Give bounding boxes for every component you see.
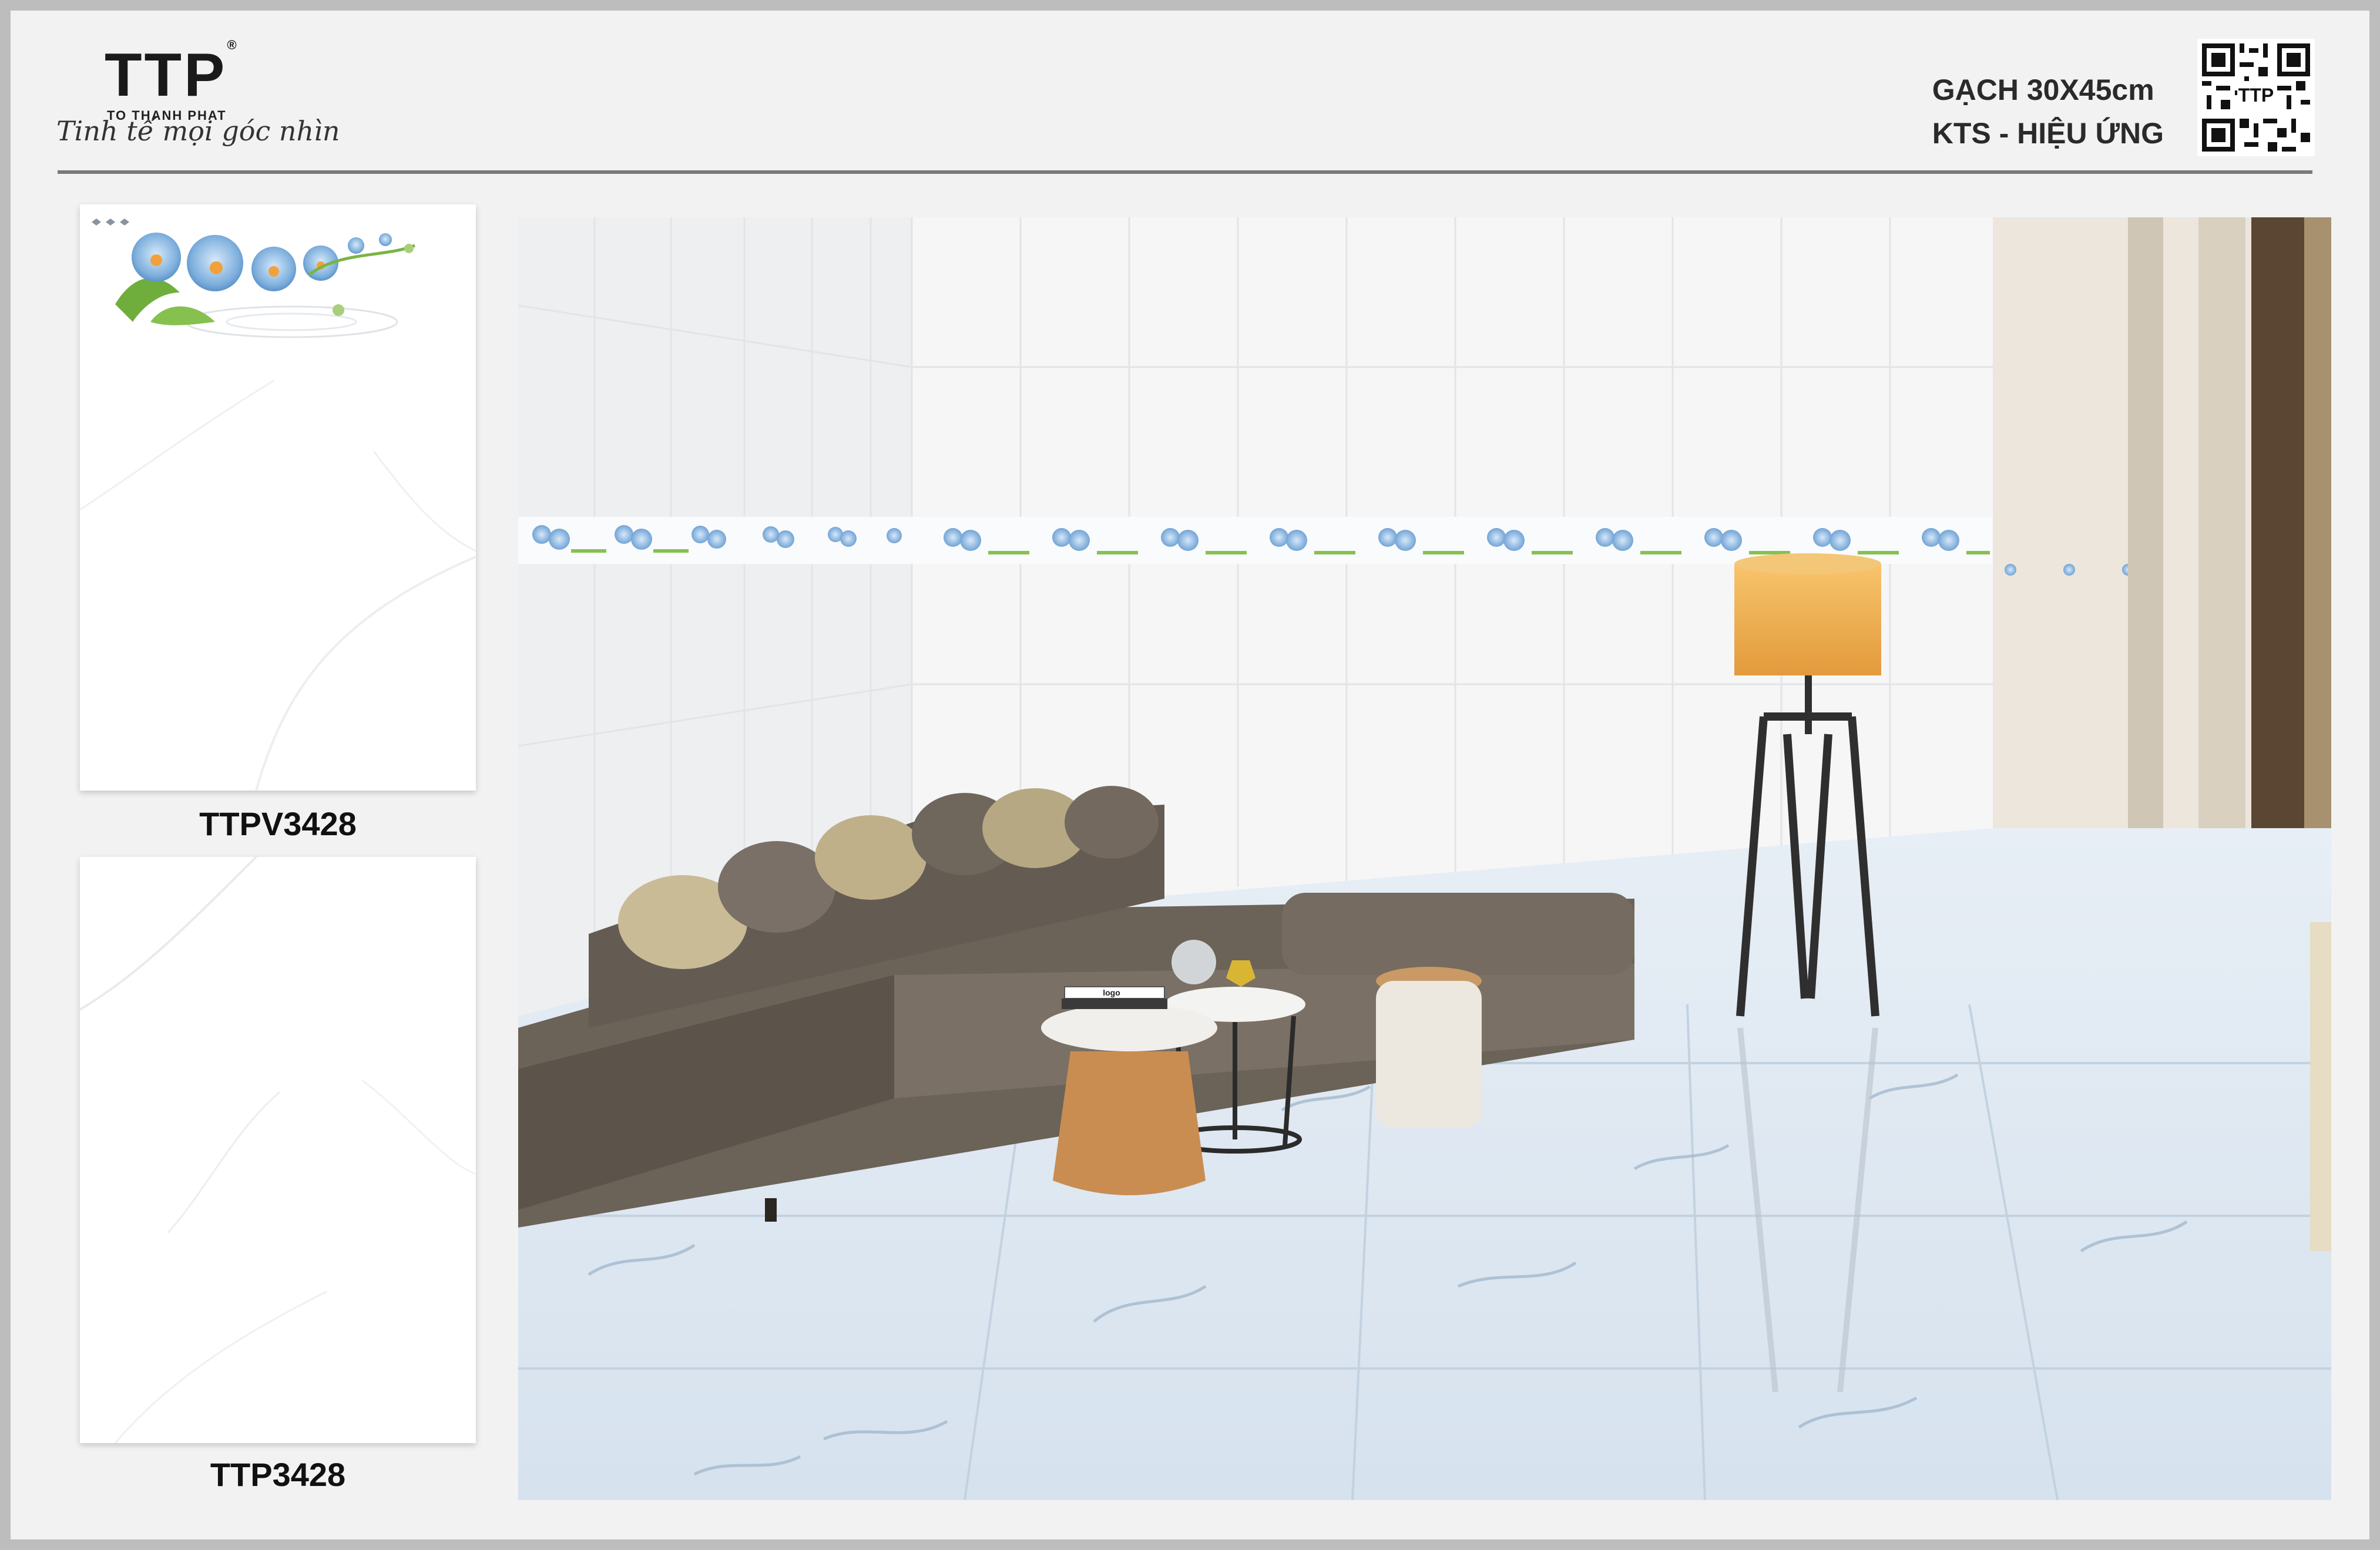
swatch-code-1: TTPV3428 xyxy=(199,805,357,842)
brand-logo: TTP® TO THANH PHAT xyxy=(105,38,239,123)
brand-slogan: Tinh tế mọi góc nhìn xyxy=(56,115,340,147)
product-line-title: GẠCH 30X45cm xyxy=(1932,73,2154,106)
tile-swatch-ttpv3428[interactable] xyxy=(80,204,476,791)
header-divider xyxy=(58,170,2312,174)
logo-wordmark: TTP® xyxy=(105,38,239,109)
room-scene-graphic: logo xyxy=(518,217,2331,1500)
room-scene-image: logo xyxy=(518,217,2331,1500)
qr-code[interactable]: TTP xyxy=(2197,39,2315,156)
swatch-code-2: TTP3428 xyxy=(210,1456,346,1493)
product-subtitle: KTS - HIỆU ỨNG xyxy=(1932,117,2164,150)
svg-text:TTP: TTP xyxy=(2238,85,2274,106)
catalog-page: TTP® TO THANH PHAT Tinh tế mọi góc nhìn … xyxy=(11,11,2369,1539)
tile-swatch-graphic xyxy=(80,857,476,1443)
tile-swatch-graphic xyxy=(80,204,476,791)
svg-text:logo: logo xyxy=(1103,988,1120,997)
product-header: GẠCH 30X45cm KTS - HIỆU ỨNG xyxy=(1932,68,2164,155)
tile-swatch-ttp3428[interactable] xyxy=(80,857,476,1443)
qr-code-graphic: TTP xyxy=(2197,39,2315,156)
